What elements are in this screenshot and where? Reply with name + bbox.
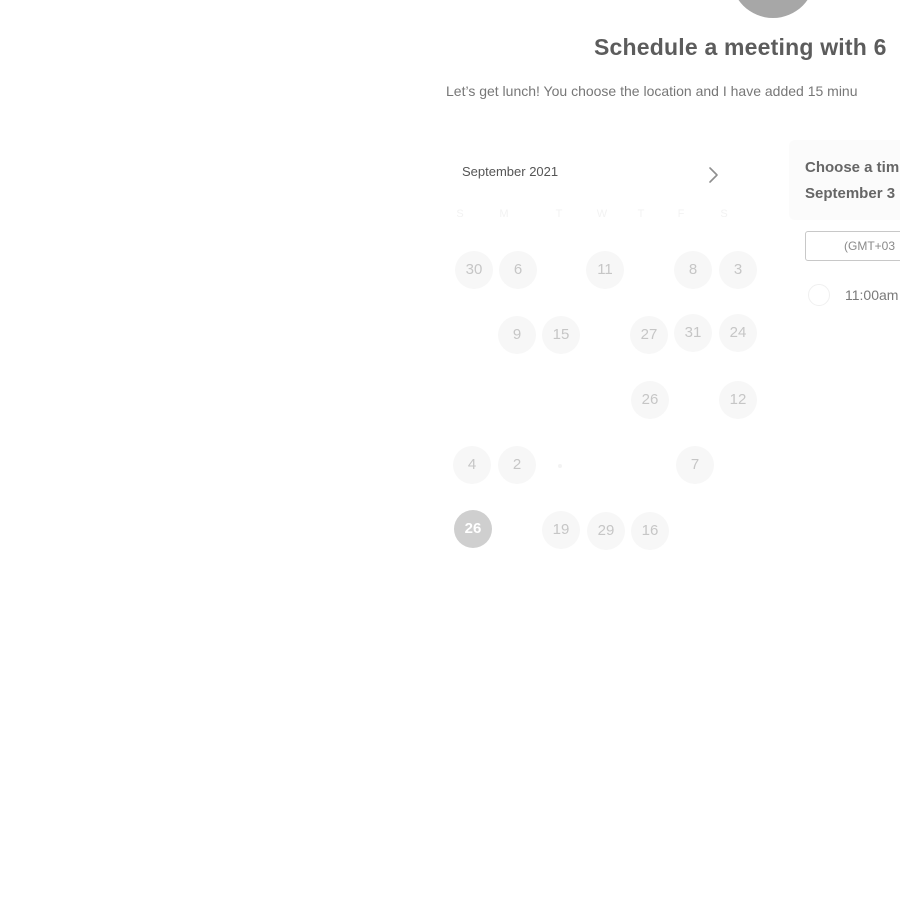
calendar-weekday-header: S M T W T F S: [450, 208, 750, 228]
weekday-label: W: [596, 208, 608, 220]
selected-date-label: September 3: [805, 185, 896, 202]
calendar-day[interactable]: 3: [719, 251, 757, 289]
time-slot-radio[interactable]: [808, 284, 830, 306]
calendar-month-label: September 2021: [462, 164, 559, 179]
calendar-day[interactable]: 30: [455, 251, 493, 289]
weekday-label: S: [720, 208, 728, 220]
weekday-label: T: [555, 208, 563, 220]
calendar-day[interactable]: 11: [586, 251, 624, 289]
calendar-day[interactable]: 31: [674, 314, 712, 352]
calendar-day[interactable]: 7: [676, 446, 714, 484]
next-month-button[interactable]: [701, 162, 727, 188]
calendar-day[interactable]: 24: [719, 314, 757, 352]
calendar-day[interactable]: 26: [631, 381, 669, 419]
calendar-day[interactable]: 8: [674, 251, 712, 289]
avatar: [731, 0, 815, 18]
choose-time-label: Choose a tim: [805, 159, 900, 176]
calendar-day[interactable]: 6: [499, 251, 537, 289]
time-selection-panel: [789, 140, 900, 220]
weekday-label: S: [456, 208, 464, 220]
weekday-label: F: [677, 208, 685, 220]
chevron-right-icon: [709, 167, 718, 183]
calendar-placeholder-dot: [558, 464, 562, 468]
calendar-day[interactable]: 19: [542, 511, 580, 549]
page-title: Schedule a meeting with 6: [594, 34, 887, 60]
page-subtitle: Let’s get lunch! You choose the location…: [446, 83, 858, 99]
calendar-day[interactable]: 16: [631, 512, 669, 550]
time-slot[interactable]: 11:00am: [808, 283, 900, 309]
calendar-day[interactable]: 29: [587, 512, 625, 550]
timezone-select[interactable]: (GMT+03: [805, 231, 900, 261]
calendar-day[interactable]: 15: [542, 316, 580, 354]
calendar-day[interactable]: 9: [498, 316, 536, 354]
calendar-day-selected[interactable]: 26: [454, 510, 492, 548]
weekday-label: T: [637, 208, 645, 220]
calendar-day[interactable]: 2: [498, 446, 536, 484]
weekday-label: M: [499, 208, 509, 220]
calendar-day[interactable]: 12: [719, 381, 757, 419]
time-slot-label: 11:00am: [845, 287, 899, 303]
calendar-day[interactable]: 4: [453, 446, 491, 484]
calendar-day[interactable]: 27: [630, 316, 668, 354]
